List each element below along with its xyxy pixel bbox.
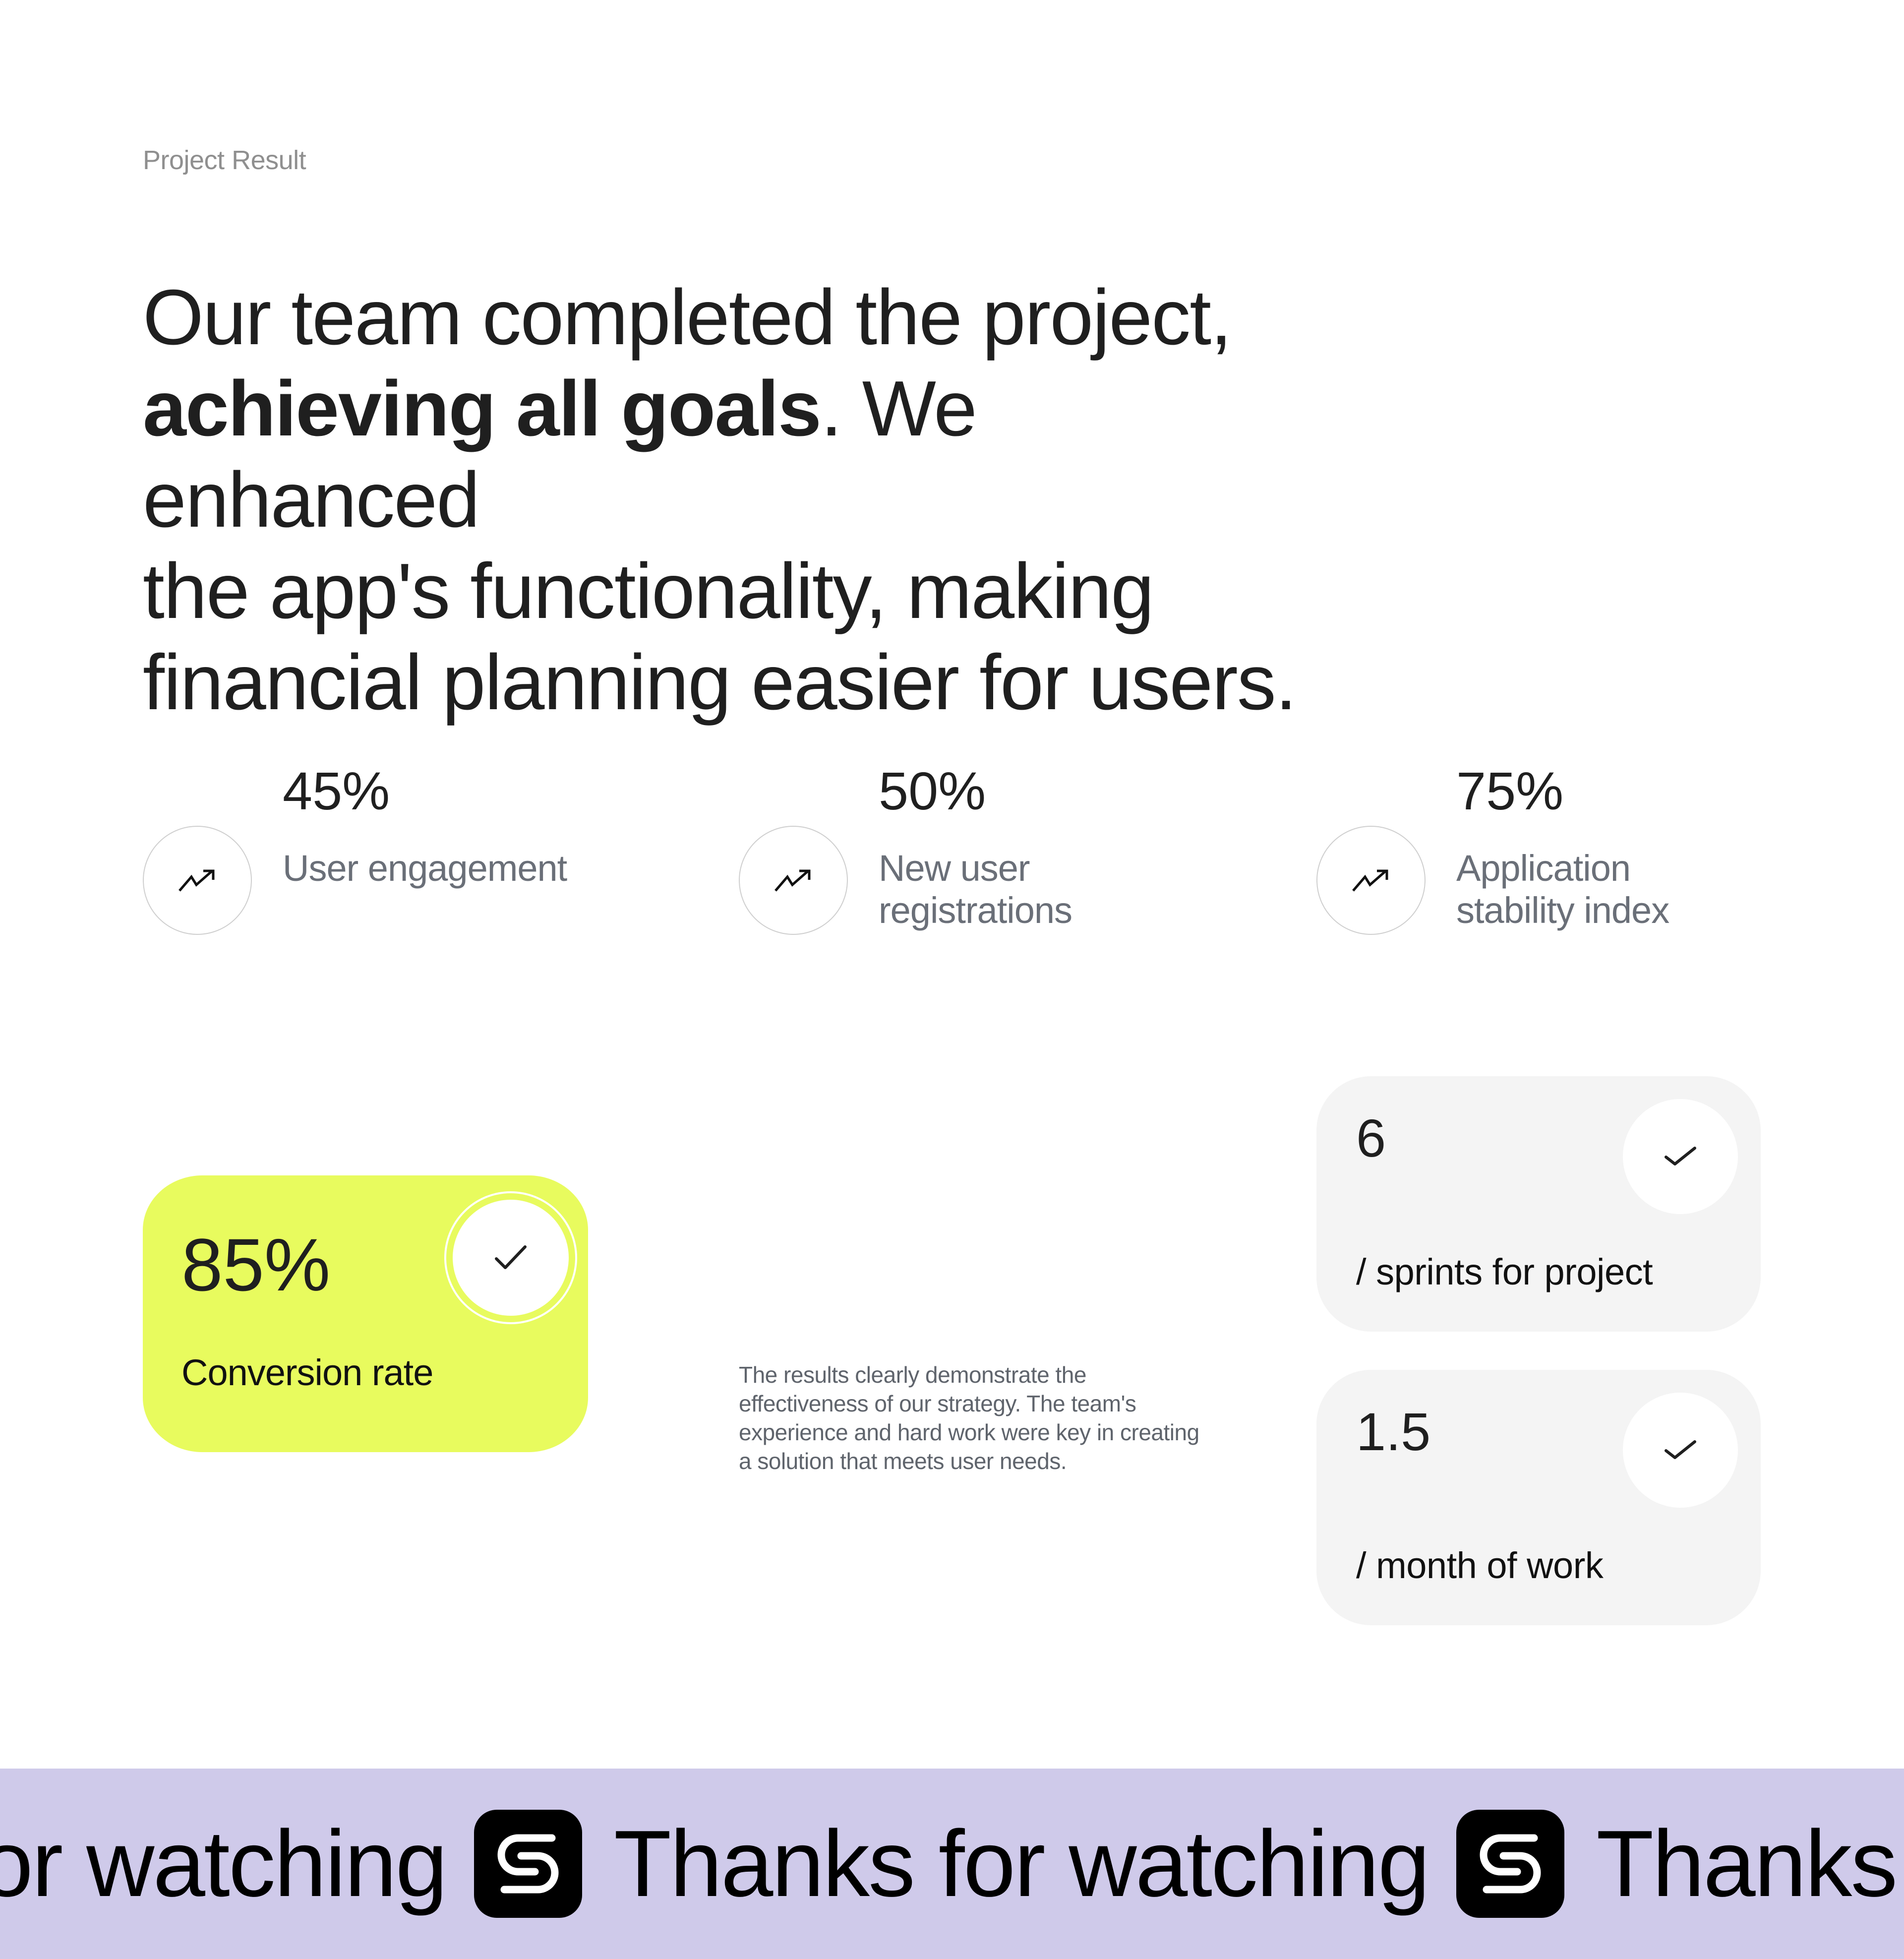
headline-line-4: financial planning easier for users. xyxy=(143,639,1297,726)
headline-bold: achieving all goals xyxy=(143,365,822,452)
s-logo-icon xyxy=(1456,1810,1565,1918)
headline-line-1: Our team completed the project, xyxy=(143,274,1232,361)
stat-label: User engagement xyxy=(283,848,567,889)
card-value: 1.5 xyxy=(1356,1402,1431,1462)
headline: Our team completed the project, achievin… xyxy=(143,272,1333,728)
thanks-banner: Thanks for watching Thanks for watching … xyxy=(0,1769,1904,1959)
stat-value: 50% xyxy=(879,761,986,821)
trending-up-icon xyxy=(739,826,848,935)
stat-value: 75% xyxy=(1456,761,1564,821)
section-eyebrow: Project Result xyxy=(143,145,306,175)
card-label: / month of work xyxy=(1356,1545,1604,1586)
check-icon xyxy=(1623,1099,1738,1214)
banner-phrase: Thanks for watching xyxy=(0,1811,448,1916)
trending-up-icon xyxy=(1316,826,1426,935)
check-badge xyxy=(444,1191,577,1324)
trending-up-icon xyxy=(143,826,252,935)
headline-line-3: the app's functionality, making xyxy=(143,548,1154,635)
check-icon xyxy=(1623,1393,1738,1508)
card-label: / sprints for project xyxy=(1356,1251,1653,1292)
results-description: The results clearly demonstrate the effe… xyxy=(739,1362,1199,1474)
stat-label: Application stability index xyxy=(1456,848,1669,931)
banner-phrase: Thanks for watching xyxy=(1596,1811,1904,1916)
s-logo-icon xyxy=(474,1810,582,1918)
marquee-track: Thanks for watching Thanks for watching … xyxy=(0,1769,1904,1959)
stat-value: 45% xyxy=(283,761,390,821)
stat-label: New user registrations xyxy=(879,848,1072,931)
banner-phrase: Thanks for watching xyxy=(614,1811,1430,1916)
card-label: Conversion rate xyxy=(181,1352,433,1393)
card-value: 6 xyxy=(1356,1108,1386,1168)
check-icon xyxy=(453,1200,569,1316)
months-card: 1.5 / month of work xyxy=(1316,1370,1761,1625)
conversion-rate-card: 85% Conversion rate xyxy=(143,1175,588,1452)
sprints-card: 6 / sprints for project xyxy=(1316,1076,1761,1332)
card-value: 85% xyxy=(181,1223,331,1306)
